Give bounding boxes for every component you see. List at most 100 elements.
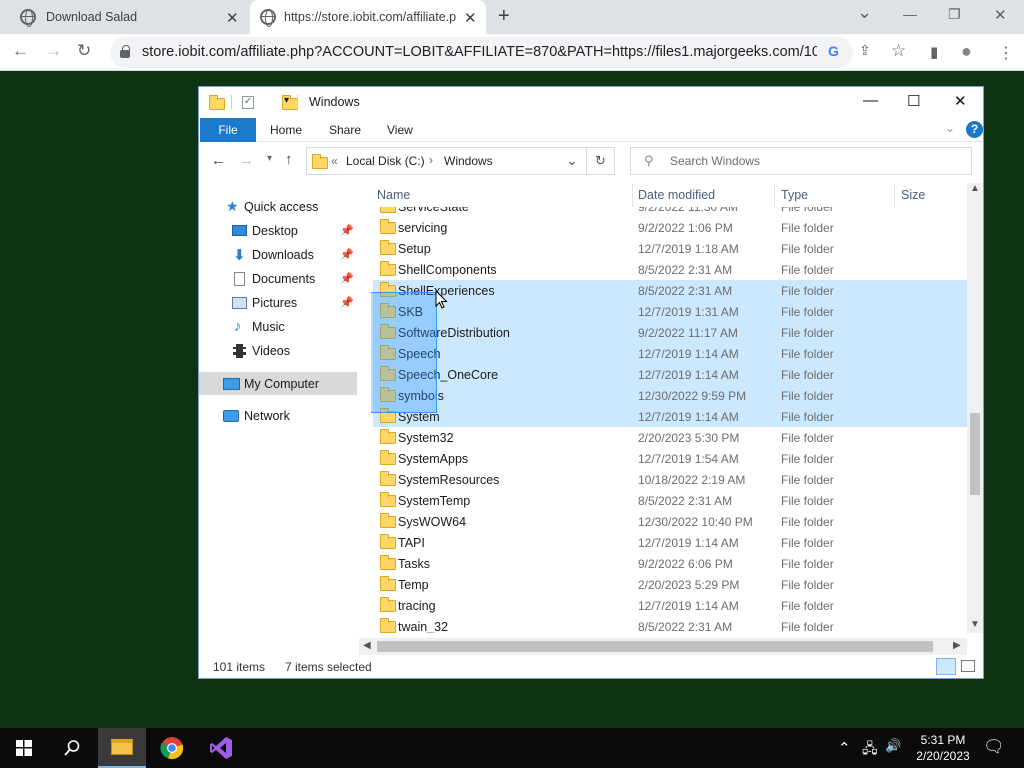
- recent-locations-icon[interactable]: ▾: [267, 153, 272, 164]
- google-translate-icon[interactable]: G: [828, 43, 839, 59]
- profile-avatar-icon[interactable]: ●: [961, 41, 972, 62]
- nav-item-network[interactable]: Network: [199, 404, 357, 427]
- horizontal-scrollbar[interactable]: ◀ ▶: [359, 638, 967, 655]
- table-row[interactable]: Tasks 9/2/2022 6:06 PM File folder: [373, 553, 967, 574]
- explorer-minimize-button[interactable]: —: [863, 92, 878, 109]
- search-button[interactable]: [48, 728, 96, 768]
- volume-icon[interactable]: 🔊: [885, 738, 901, 754]
- column-header-type[interactable]: Type: [781, 188, 808, 202]
- ribbon-tab-home[interactable]: Home: [270, 123, 302, 137]
- browser-minimize-button[interactable]: —: [903, 6, 917, 22]
- reload-icon[interactable]: ↻: [77, 42, 91, 60]
- explorer-maximize-button[interactable]: ☐: [907, 92, 920, 110]
- table-row[interactable]: ShellExperiences 8/5/2022 2:31 AM File fol…: [373, 280, 967, 301]
- column-divider[interactable]: [774, 183, 775, 207]
- nav-item-pictures[interactable]: Pictures 📌: [199, 291, 357, 314]
- tab-download-salad[interactable]: Download Salad ✕: [8, 0, 248, 34]
- table-row[interactable]: SoftwareDistribution 9/2/2022 11:17 AM Fil…: [373, 322, 967, 343]
- ribbon-tab-file[interactable]: File: [200, 118, 256, 142]
- nav-item-documents[interactable]: Documents 📌: [199, 267, 357, 290]
- column-header-name[interactable]: Name: [377, 188, 410, 202]
- table-row[interactable]: SystemTemp 8/5/2022 2:31 AM File folder: [373, 490, 967, 511]
- scroll-up-arrow-icon[interactable]: ▲: [970, 183, 980, 194]
- column-divider[interactable]: [894, 183, 895, 207]
- table-row[interactable]: System32 2/20/2023 5:30 PM File folder: [373, 427, 967, 448]
- ribbon-expand-chevron-icon[interactable]: ⌄: [945, 121, 955, 135]
- table-row[interactable]: SKB 12/7/2019 1:31 AM File folder: [373, 301, 967, 322]
- search-input[interactable]: ⚲ Search Windows: [630, 147, 972, 175]
- address-refresh-button[interactable]: ↻: [587, 147, 615, 175]
- table-row[interactable]: twain_32 8/5/2022 2:31 AM File folder: [373, 616, 967, 633]
- nav-item-music[interactable]: ♪ Music: [199, 315, 357, 338]
- address-dropdown-chevron-icon[interactable]: ⌄: [566, 152, 578, 169]
- table-row[interactable]: SysWOW64 12/30/2022 10:40 PM File folder: [373, 511, 967, 532]
- explorer-close-button[interactable]: ✕: [954, 92, 967, 110]
- notification-center-icon[interactable]: 🗨: [983, 737, 1005, 757]
- address-bar[interactable]: store.iobit.com/affiliate.php?ACCOUNT=LO…: [110, 37, 906, 68]
- table-row[interactable]: Speech_OneCore 12/7/2019 1:14 AM File fold…: [373, 364, 967, 385]
- browser-restore-button[interactable]: ❐: [948, 6, 961, 23]
- url-text[interactable]: store.iobit.com/affiliate.php?ACCOUNT=LO…: [142, 44, 817, 60]
- browser-close-button[interactable]: ✕: [994, 6, 1007, 24]
- tab-close-button[interactable]: ✕: [464, 9, 477, 27]
- table-row[interactable]: SystemResources 10/18/2022 2:19 AM File fo…: [373, 469, 967, 490]
- show-hidden-icons-icon[interactable]: ⌃: [838, 739, 851, 757]
- qat-customize-dropdown-icon[interactable]: ▾: [284, 95, 289, 106]
- up-one-level-icon[interactable]: ↑: [285, 151, 293, 168]
- explorer-title-bar[interactable]: ✓ ▾ Windows — ☐ ✕: [199, 87, 983, 117]
- table-row[interactable]: tracing 12/7/2019 1:14 AM File folder: [373, 595, 967, 616]
- explorer-forward-icon[interactable]: →: [239, 152, 254, 169]
- table-row[interactable]: symbols 12/30/2022 9:59 PM File folder: [373, 385, 967, 406]
- table-row[interactable]: Speech 12/7/2019 1:14 AM File folder: [373, 343, 967, 364]
- table-row[interactable]: SystemApps 12/7/2019 1:54 AM File folder: [373, 448, 967, 469]
- column-header-date-modified[interactable]: Date modified: [638, 188, 715, 202]
- breadcrumb-local-disk[interactable]: Local Disk (C:): [346, 154, 425, 168]
- breadcrumb-windows[interactable]: Windows: [444, 154, 493, 168]
- ribbon-tab-share[interactable]: Share: [329, 123, 361, 137]
- nav-item-videos[interactable]: Videos: [199, 339, 357, 362]
- table-row[interactable]: TAPI 12/7/2019 1:14 AM File folder: [373, 532, 967, 553]
- large-icons-view-button[interactable]: [961, 660, 975, 672]
- table-row[interactable]: ServiceState 9/2/2022 11:30 AM File folder: [373, 207, 967, 217]
- tab-iobit-store[interactable]: https://store.iobit.com/affiliate.ph ✕: [250, 0, 486, 34]
- table-row[interactable]: ShellComponents 8/5/2022 2:31 AM File fold…: [373, 259, 967, 280]
- vertical-scrollbar[interactable]: ▲ ▼: [967, 183, 983, 633]
- nav-item-quick-access[interactable]: ★ Quick access: [199, 195, 357, 218]
- tab-search-chevron-icon[interactable]: ⌄: [857, 2, 872, 23]
- horizontal-scroll-thumb[interactable]: [377, 641, 933, 652]
- forward-arrow-icon[interactable]: →: [45, 42, 62, 60]
- taskbar-clock[interactable]: 5:31 PM 2/20/2023: [903, 732, 983, 764]
- vertical-scroll-thumb[interactable]: [970, 413, 980, 495]
- tab-close-button[interactable]: ✕: [226, 9, 239, 27]
- ribbon-tab-view[interactable]: View: [387, 123, 413, 137]
- column-header-size[interactable]: Size: [901, 188, 925, 202]
- start-button[interactable]: [0, 728, 48, 768]
- share-icon[interactable]: ⇪: [859, 42, 871, 59]
- explorer-address-bar[interactable]: « Local Disk (C:) › Windows ⌄: [306, 147, 587, 175]
- table-row[interactable]: System 12/7/2019 1:14 AM File folder: [373, 406, 967, 427]
- help-icon[interactable]: ?: [966, 121, 983, 138]
- bookmark-star-icon[interactable]: ☆: [891, 41, 906, 61]
- back-arrow-icon[interactable]: ←: [12, 42, 29, 60]
- details-view-button[interactable]: [936, 658, 956, 675]
- taskbar-chrome[interactable]: [148, 728, 196, 768]
- side-panel-icon[interactable]: ▮: [930, 43, 938, 61]
- qat-properties-icon[interactable]: ✓: [242, 96, 254, 109]
- table-row[interactable]: servicing 9/2/2022 1:06 PM File folder: [373, 217, 967, 238]
- taskbar-visual-studio[interactable]: [197, 728, 245, 768]
- nav-item-desktop[interactable]: Desktop 📌: [199, 219, 357, 242]
- lock-icon[interactable]: [120, 45, 130, 58]
- new-tab-button[interactable]: +: [498, 6, 510, 26]
- chrome-menu-icon[interactable]: ⋮: [998, 43, 1014, 63]
- nav-item-downloads[interactable]: ⬇ Downloads 📌: [199, 243, 357, 266]
- table-row[interactable]: Temp 2/20/2023 5:29 PM File folder: [373, 574, 967, 595]
- network-status-icon[interactable]: 🖧: [862, 738, 878, 762]
- explorer-back-icon[interactable]: ←: [211, 152, 226, 169]
- scroll-left-arrow-icon[interactable]: ◀: [363, 640, 371, 651]
- taskbar-file-explorer[interactable]: [98, 728, 146, 768]
- nav-item-my-computer[interactable]: My Computer: [199, 372, 357, 395]
- scroll-right-arrow-icon[interactable]: ▶: [953, 640, 961, 651]
- column-divider[interactable]: [632, 183, 633, 207]
- breadcrumb-overflow-icon[interactable]: «: [331, 154, 338, 168]
- table-row[interactable]: Setup 12/7/2019 1:18 AM File folder: [373, 238, 967, 259]
